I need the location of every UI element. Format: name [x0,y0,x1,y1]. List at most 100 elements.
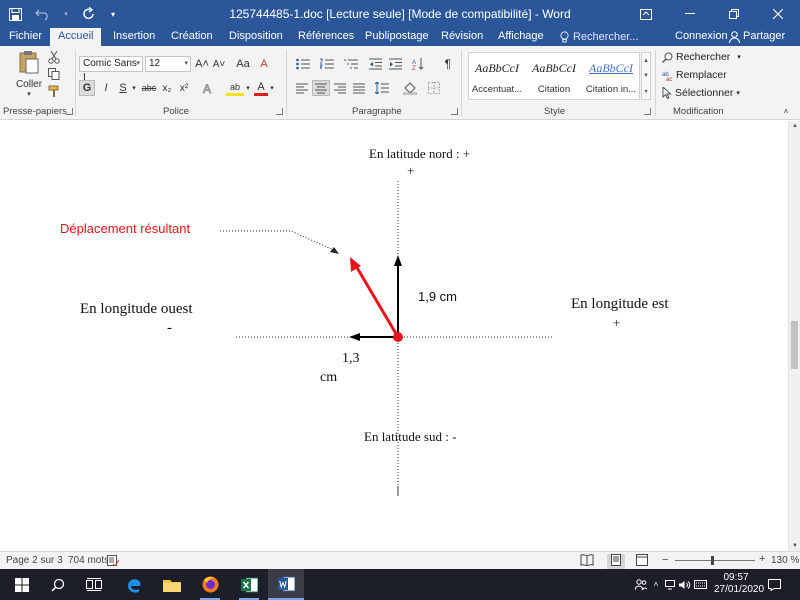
tab-accueil[interactable]: Accueil [50,28,102,46]
windows-start-icon[interactable] [4,569,40,600]
numbering-icon[interactable] [317,56,337,72]
minimize-icon[interactable] [668,0,712,28]
shrink-font-button[interactable]: A˅ [212,56,226,72]
style-citation-intense[interactable]: AaBbCcI Citation in... [583,53,639,99]
find-button[interactable]: Rechercher ▾ [662,51,741,63]
highlight-button[interactable]: ab [226,80,244,96]
zoom-slider[interactable] [675,560,755,561]
italic-button[interactable]: I [99,80,113,96]
tell-me-search[interactable]: Rechercher... [560,28,638,46]
scroll-thumb[interactable] [791,321,798,369]
network-icon[interactable] [664,579,678,590]
vertical-scrollbar[interactable]: ▲ ▼ [788,121,800,551]
share-button[interactable]: Partager [729,28,785,45]
tab-creation[interactable]: Création [171,28,213,46]
tab-disposition[interactable]: Disposition [229,28,283,46]
font-name-dropdown-icon[interactable]: ▾ [136,57,140,71]
style-citation[interactable]: AaBbCcI Citation [526,53,582,99]
tab-fichier[interactable]: Fichier [9,28,42,46]
font-launcher-icon[interactable] [276,108,283,115]
strikethrough-button[interactable]: abc [140,80,158,96]
text-effects-button[interactable]: A [200,80,216,96]
search-icon[interactable] [40,569,76,600]
taskbar-clock[interactable]: 09:57 27/01/2020 [714,572,764,596]
highlight-dropdown-icon[interactable]: ▾ [244,80,252,96]
paste-dropdown-icon[interactable]: ▾ [22,90,36,98]
zoom-in-icon[interactable]: + [759,553,765,565]
font-color-button[interactable]: A [254,80,268,96]
replace-button[interactable]: ab ac Remplacer [662,69,727,81]
document-page[interactable]: En latitude nord : + + Déplacement résul… [0,121,788,551]
scroll-down-icon[interactable]: ▼ [792,543,798,549]
chevron-down-icon[interactable]: ▼ [643,73,649,79]
shading-icon[interactable] [400,80,420,96]
task-view-icon[interactable] [76,569,112,600]
bold-button[interactable]: G [79,80,95,96]
change-case-button[interactable]: Aa [233,56,253,72]
increase-indent-icon[interactable] [387,56,403,72]
read-mode-icon[interactable] [580,554,594,569]
chevron-up-icon[interactable]: ▲ [643,58,649,64]
notifications-icon[interactable] [762,569,786,600]
paragraph-launcher-icon[interactable] [451,108,458,115]
line-spacing-icon[interactable] [372,80,392,96]
volume-icon[interactable] [678,580,692,590]
align-left-icon[interactable] [293,80,311,96]
select-dropdown-icon[interactable]: ▾ [736,89,740,97]
sort-icon[interactable]: AZ [410,56,426,72]
file-explorer-icon[interactable] [154,569,190,600]
paste-button[interactable]: Coller [14,78,44,90]
bullets-icon[interactable] [293,56,313,72]
collapse-ribbon-icon[interactable]: ˄ [780,106,792,116]
word-icon[interactable] [268,569,304,600]
decrease-indent-icon[interactable] [367,56,383,72]
firefox-icon[interactable] [192,569,228,600]
zoom-level[interactable]: 130 % [771,555,799,566]
copy-icon[interactable] [47,67,61,81]
tab-publipostage[interactable]: Publipostage [365,28,429,46]
keyboard-icon[interactable] [692,580,708,589]
font-name-input[interactable]: Comic Sans I ▾ [79,56,143,83]
grow-font-button[interactable]: A˄ [195,56,209,72]
word-count[interactable]: 704 mots [68,555,109,566]
superscript-button[interactable]: x² [177,80,191,96]
chevron-up-icon[interactable]: ˄ [648,580,664,589]
cut-icon[interactable] [47,50,61,64]
proofing-icon[interactable] [107,555,120,569]
align-center-icon[interactable] [312,80,330,96]
align-right-icon[interactable] [331,80,349,96]
tab-revision[interactable]: Révision [441,28,483,46]
tab-insertion[interactable]: Insertion [113,28,155,46]
borders-icon[interactable] [424,80,444,96]
more-styles-icon[interactable]: ▾ [644,88,647,95]
page-indicator[interactable]: Page 2 sur 3 [6,555,63,566]
subscript-button[interactable]: x₂ [160,80,174,96]
tab-references[interactable]: Références [298,28,354,46]
clear-formatting-button[interactable]: A [257,56,271,72]
restore-icon[interactable] [712,0,756,28]
format-painter-icon[interactable] [47,84,61,98]
style-accentuation[interactable]: AaBbCcI Accentuat... [469,53,525,99]
web-layout-icon[interactable] [636,554,648,569]
font-size-input[interactable]: 12 ▾ [145,56,191,72]
print-layout-icon[interactable] [607,554,625,569]
underline-button[interactable]: S [116,80,130,96]
styles-launcher-icon[interactable] [644,108,651,115]
zoom-out-icon[interactable]: − [662,554,668,566]
sign-in-link[interactable]: Connexion [675,28,728,45]
paste-icon[interactable] [17,50,41,74]
excel-icon[interactable] [231,569,267,600]
edge-browser-icon[interactable] [116,569,152,600]
people-icon[interactable] [634,579,648,590]
font-color-dropdown-icon[interactable]: ▾ [268,80,276,96]
font-size-dropdown-icon[interactable]: ▾ [184,57,188,71]
underline-dropdown-icon[interactable]: ▾ [130,80,138,96]
tab-affichage[interactable]: Affichage [498,28,544,46]
find-dropdown-icon[interactable]: ▾ [737,53,741,61]
close-icon[interactable] [756,0,800,28]
scroll-up-icon[interactable]: ▲ [792,123,798,129]
multilevel-list-icon[interactable] [341,56,361,72]
ribbon-display-options-icon[interactable] [624,0,668,28]
zoom-slider-thumb[interactable] [711,556,714,565]
select-button[interactable]: Sélectionner ▾ [662,87,740,99]
